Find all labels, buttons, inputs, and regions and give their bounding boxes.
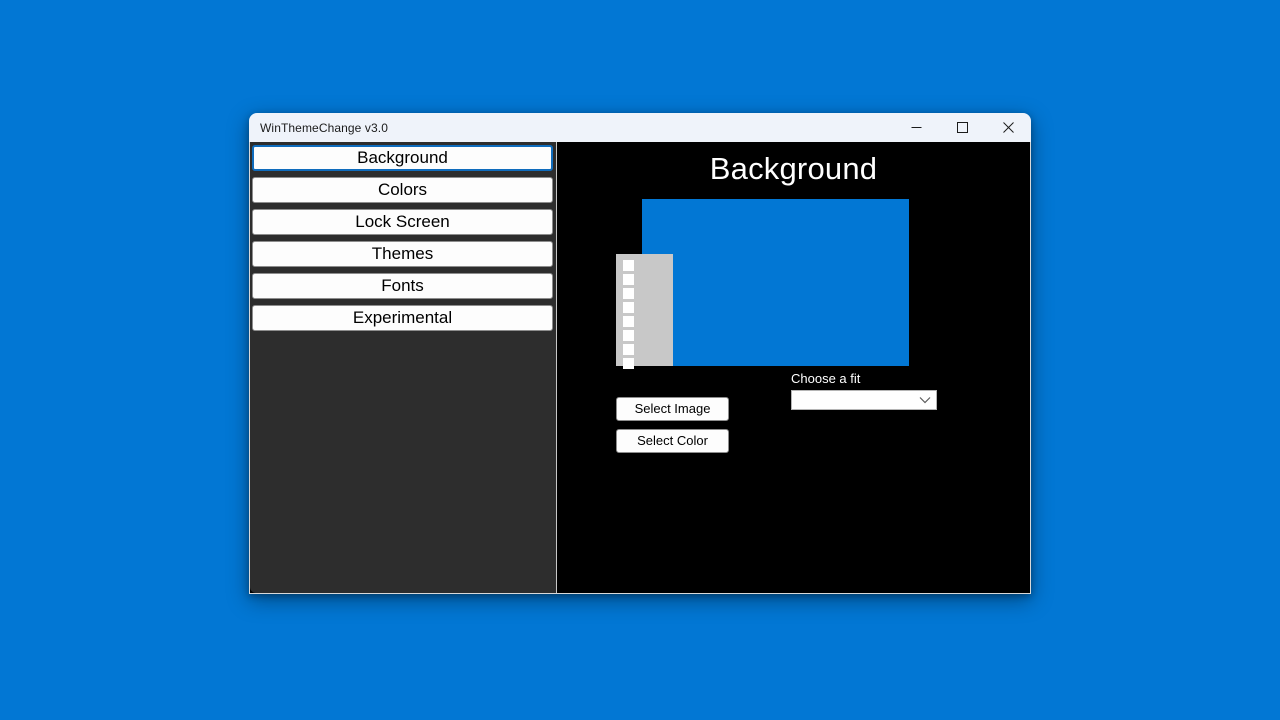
page-title: Background bbox=[709, 151, 878, 186]
select-color-button[interactable]: Select Color bbox=[616, 429, 729, 453]
app-window: WinThemeChange v3.0 Background Colors Lo… bbox=[249, 113, 1031, 594]
filmstrip-perforation bbox=[623, 302, 634, 313]
window-controls bbox=[893, 113, 1031, 142]
fit-dropdown[interactable] bbox=[791, 390, 937, 410]
window-title: WinThemeChange v3.0 bbox=[260, 120, 388, 135]
filmstrip-perforation bbox=[623, 288, 634, 299]
sidebar-item-background[interactable]: Background bbox=[252, 145, 553, 171]
sidebar-item-fonts[interactable]: Fonts bbox=[252, 273, 553, 299]
filmstrip-perforation bbox=[623, 260, 634, 271]
filmstrip-perforation bbox=[623, 344, 634, 355]
sidebar-item-lock-screen[interactable]: Lock Screen bbox=[252, 209, 553, 235]
chevron-down-icon bbox=[914, 396, 936, 404]
filmstrip-perforation bbox=[623, 358, 634, 369]
desktop-background: WinThemeChange v3.0 Background Colors Lo… bbox=[0, 0, 1280, 720]
sidebar-nav: Background Colors Lock Screen Themes Fon… bbox=[250, 142, 557, 593]
content-panel: Background Select Image Select Color Cho… bbox=[557, 142, 1030, 593]
select-image-button[interactable]: Select Image bbox=[616, 397, 729, 421]
filmstrip-perforation bbox=[623, 330, 634, 341]
image-placeholder-filmstrip-icon bbox=[616, 254, 673, 369]
choose-a-fit-label: Choose a fit bbox=[791, 371, 861, 386]
sidebar-item-experimental[interactable]: Experimental bbox=[252, 305, 553, 331]
close-icon[interactable] bbox=[985, 113, 1031, 142]
sidebar-item-themes[interactable]: Themes bbox=[252, 241, 553, 267]
minimize-icon[interactable] bbox=[893, 113, 939, 142]
filmstrip-perforation bbox=[623, 316, 634, 327]
window-body: Background Colors Lock Screen Themes Fon… bbox=[249, 142, 1031, 594]
background-color-preview bbox=[642, 199, 909, 366]
maximize-icon[interactable] bbox=[939, 113, 985, 142]
window-titlebar[interactable]: WinThemeChange v3.0 bbox=[249, 113, 1031, 142]
sidebar-item-colors[interactable]: Colors bbox=[252, 177, 553, 203]
filmstrip-perforation bbox=[623, 274, 634, 285]
